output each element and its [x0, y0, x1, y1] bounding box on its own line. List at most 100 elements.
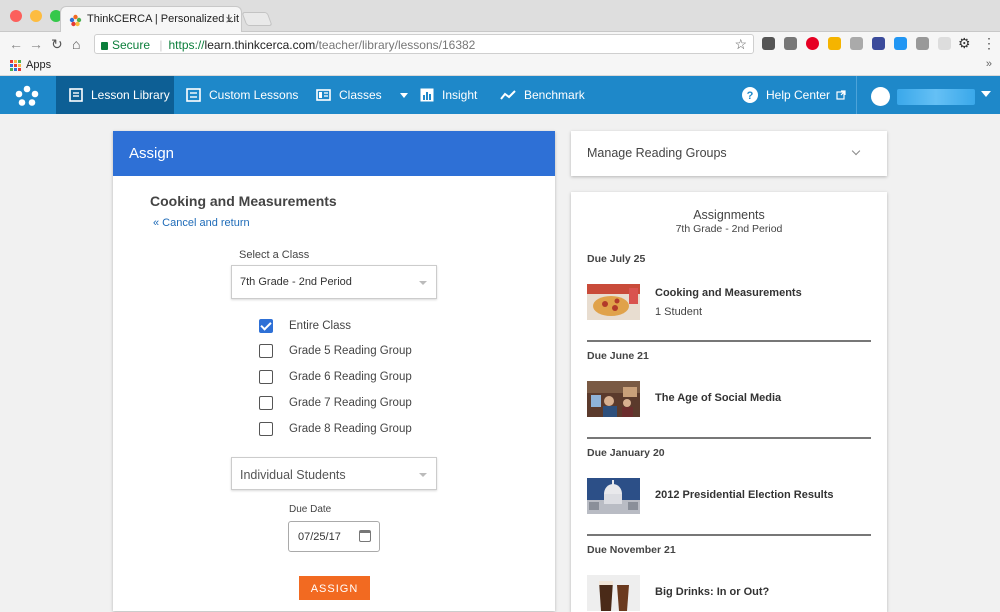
- nav-insight[interactable]: Insight: [420, 76, 477, 114]
- menu-icon[interactable]: ⋮: [982, 35, 996, 51]
- browser-toolbar: ← → ↻ ⌂ Secure | https://learn.thinkcerca…: [0, 32, 1000, 56]
- secure-label: Secure: [112, 38, 151, 52]
- book-icon: [69, 88, 83, 102]
- app-navbar: Lesson Library Custom Lessons Classes In…: [0, 76, 1000, 114]
- user-name-redacted: [897, 89, 975, 105]
- apps-bookmark[interactable]: Apps: [26, 59, 51, 71]
- nav-label: Custom Lessons: [209, 88, 299, 102]
- user-menu-caret-icon[interactable]: [981, 91, 991, 97]
- manage-reading-groups-panel[interactable]: Manage Reading Groups: [571, 131, 887, 176]
- assignments-title: Assignments: [693, 208, 765, 222]
- reload-icon[interactable]: ↻: [51, 36, 63, 52]
- assignments-panel: Assignments 7th Grade - 2nd Period Due J…: [571, 192, 887, 612]
- extension-icon[interactable]: [894, 37, 907, 50]
- dropdown-arrow-icon: [419, 473, 427, 477]
- svg-text:?: ?: [747, 90, 754, 102]
- thinkcerca-favicon-icon: [69, 14, 82, 27]
- thinkcerca-logo-icon[interactable]: [14, 85, 40, 107]
- due-heading: Due July 25: [587, 253, 646, 265]
- minimize-window-button[interactable]: [30, 10, 42, 22]
- nav-lesson-library[interactable]: Lesson Library: [56, 76, 174, 114]
- camera-icon[interactable]: [916, 37, 929, 50]
- nav-benchmark[interactable]: Benchmark: [500, 76, 585, 114]
- due-date-label: Due Date: [289, 504, 332, 515]
- lesson-thumbnail-pizza[interactable]: [587, 284, 640, 320]
- external-link-icon: [836, 90, 846, 100]
- settings-gear-icon[interactable]: ⚙: [958, 35, 971, 51]
- due-date-input[interactable]: 07/25/17: [288, 521, 380, 552]
- close-window-button[interactable]: [10, 10, 22, 22]
- group-option[interactable]: Entire Class: [259, 318, 351, 334]
- help-icon: ?: [742, 87, 758, 103]
- extension-icon[interactable]: [850, 37, 863, 50]
- nav-label: Insight: [442, 88, 478, 102]
- url-scheme: https://: [168, 38, 205, 52]
- due-heading: Due November 21: [587, 544, 676, 556]
- assignment-title[interactable]: The Age of Social Media: [655, 392, 781, 404]
- browser-titlebar: ThinkCERCA | Personalized Lit ×: [0, 0, 1000, 33]
- home-icon[interactable]: ⌂: [72, 36, 80, 52]
- lesson-thumbnail-social-media[interactable]: [587, 381, 640, 417]
- tab-title: ThinkCERCA | Personalized Lit: [87, 13, 240, 25]
- nav-classes[interactable]: Classes: [316, 76, 408, 114]
- assign-button[interactable]: ASSIGN: [299, 576, 370, 600]
- assignment-title[interactable]: Big Drinks: In or Out?: [655, 586, 769, 598]
- lesson-thumbnail-drinks[interactable]: [587, 575, 640, 611]
- divider: [587, 340, 871, 342]
- checkbox[interactable]: [259, 422, 273, 436]
- user-menu[interactable]: [856, 76, 1000, 114]
- calendar-icon[interactable]: [359, 530, 371, 542]
- new-tab-button[interactable]: [241, 12, 273, 26]
- forward-icon[interactable]: →: [29, 36, 43, 52]
- extension-icon[interactable]: [828, 37, 841, 50]
- divider: [587, 437, 871, 439]
- group-option-label: Grade 8 Reading Group: [289, 423, 412, 435]
- individual-students-value: Individual Students: [240, 468, 346, 482]
- lock-icon: [101, 42, 108, 50]
- assign-panel: Assign Cooking and Measurements « Cancel…: [113, 131, 555, 611]
- nav-label: Lesson Library: [91, 88, 170, 102]
- document-list-icon: [186, 88, 201, 102]
- bookmarks-bar: Apps »: [0, 56, 1000, 76]
- group-option[interactable]: Grade 8 Reading Group: [259, 421, 412, 437]
- cancel-and-return-link[interactable]: « Cancel and return: [153, 217, 250, 229]
- checkbox[interactable]: [259, 370, 273, 384]
- browser-tab[interactable]: ThinkCERCA | Personalized Lit ×: [60, 6, 242, 33]
- close-tab-icon[interactable]: ×: [225, 12, 233, 27]
- assignments-subtitle: 7th Grade - 2nd Period: [675, 223, 783, 235]
- chevron-down-icon[interactable]: [851, 146, 861, 156]
- lesson-title: Cooking and Measurements: [150, 193, 337, 209]
- lesson-thumbnail-capitol[interactable]: [587, 478, 640, 514]
- classes-caret-icon[interactable]: [399, 92, 408, 98]
- extension-icon[interactable]: [784, 37, 797, 50]
- group-option-label: Grade 6 Reading Group: [289, 371, 412, 383]
- nav-help-center[interactable]: ? Help Center: [742, 76, 854, 114]
- extension-icon[interactable]: [938, 37, 951, 50]
- dropdown-arrow-icon: [419, 281, 427, 285]
- back-icon[interactable]: ←: [9, 36, 23, 52]
- nav-label: Help Center: [766, 88, 831, 102]
- url-path: /teacher/library/lessons/16382: [315, 38, 476, 52]
- group-option[interactable]: Grade 6 Reading Group: [259, 369, 412, 385]
- checkbox[interactable]: [259, 396, 273, 410]
- nav-label: Benchmark: [524, 88, 585, 102]
- group-option[interactable]: Grade 5 Reading Group: [259, 343, 412, 359]
- nav-custom-lessons[interactable]: Custom Lessons: [186, 76, 298, 114]
- individual-students-select[interactable]: Individual Students: [231, 457, 437, 490]
- pocket-icon[interactable]: [762, 37, 775, 50]
- class-select[interactable]: 7th Grade - 2nd Period: [231, 265, 437, 299]
- group-option[interactable]: Grade 7 Reading Group: [259, 395, 412, 411]
- bookmark-star-icon[interactable]: ☆: [734, 36, 747, 53]
- class-select-value: 7th Grade - 2nd Period: [240, 276, 352, 288]
- pinterest-icon[interactable]: [806, 37, 819, 50]
- assignment-title[interactable]: 2012 Presidential Election Results: [655, 489, 834, 501]
- extension-icon[interactable]: [872, 37, 885, 50]
- assignment-title[interactable]: Cooking and Measurements: [655, 287, 802, 299]
- checkbox[interactable]: [259, 319, 273, 333]
- address-bar[interactable]: Secure | https://learn.thinkcerca.com/tea…: [94, 34, 754, 54]
- due-heading: Due June 21: [587, 350, 649, 362]
- apps-icon[interactable]: [10, 60, 21, 71]
- checkbox[interactable]: [259, 344, 273, 358]
- bookmarks-more[interactable]: »: [986, 58, 992, 70]
- assign-panel-header: Assign: [113, 131, 555, 176]
